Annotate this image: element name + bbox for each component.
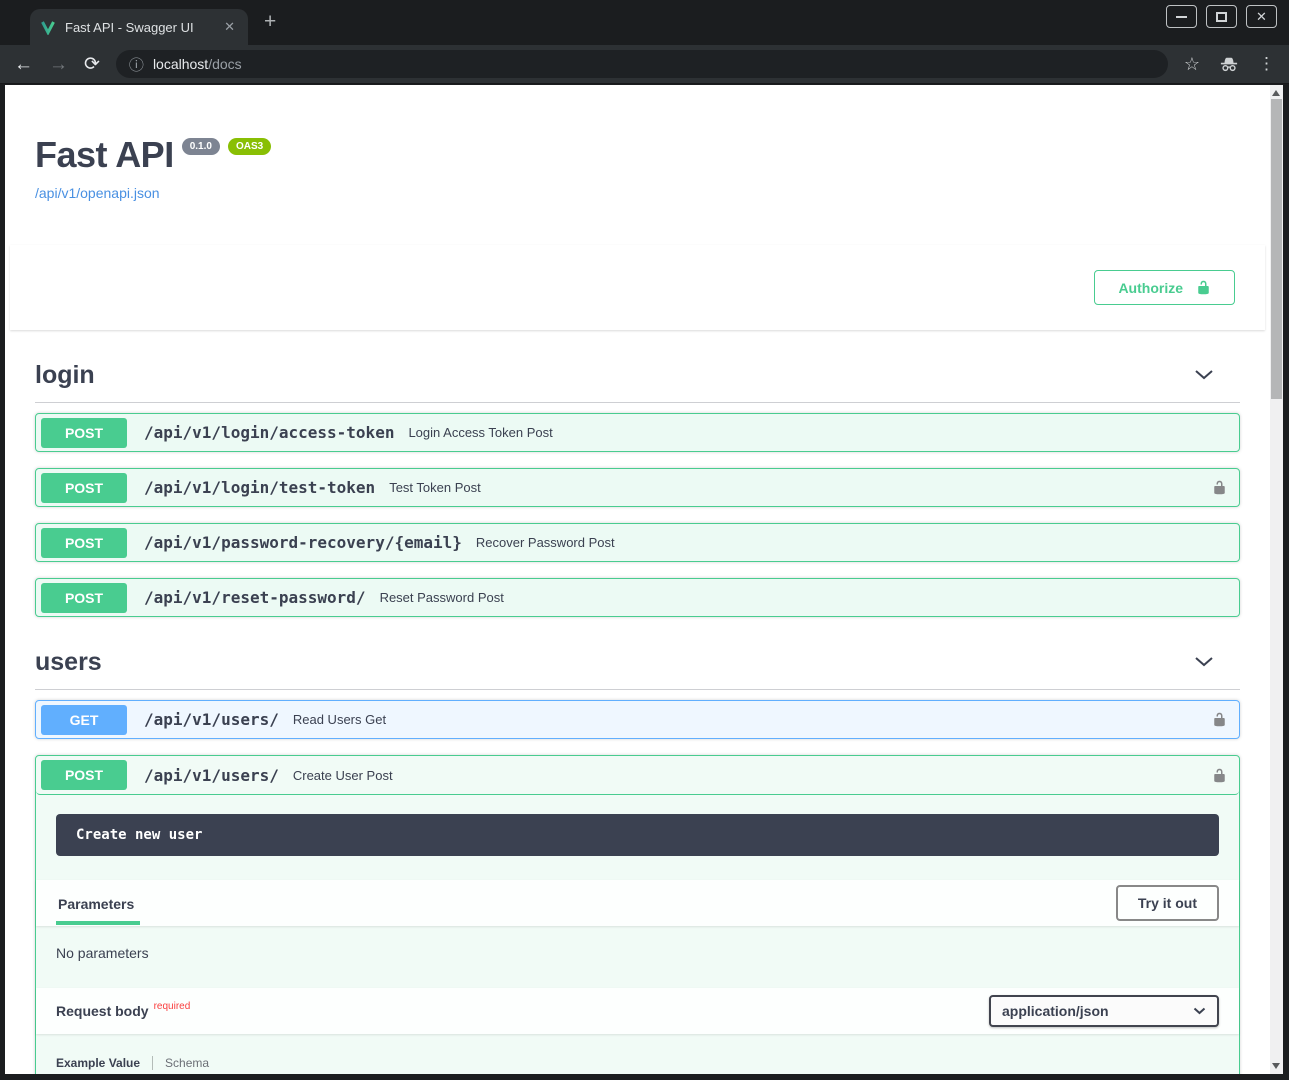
media-type-select[interactable]: application/json bbox=[989, 995, 1219, 1027]
minimize-icon bbox=[1176, 16, 1187, 18]
close-button[interactable]: ✕ bbox=[1246, 5, 1277, 28]
oas3-badge: OAS3 bbox=[228, 138, 271, 155]
tab-example-value[interactable]: Example Value bbox=[56, 1056, 152, 1070]
method-badge: POST bbox=[41, 473, 127, 503]
back-button[interactable]: ← bbox=[14, 55, 33, 74]
operation-description: Create new user bbox=[56, 814, 1219, 856]
media-type-value: application/json bbox=[1002, 1003, 1109, 1019]
request-body-label: Request body bbox=[56, 1003, 149, 1019]
incognito-icon bbox=[1218, 55, 1240, 73]
tab-close-icon[interactable]: ✕ bbox=[221, 19, 238, 35]
required-badge: required bbox=[154, 1001, 191, 1012]
close-icon: ✕ bbox=[1256, 10, 1267, 23]
request-body-header-bar: Request body required application/json bbox=[36, 988, 1239, 1034]
method-badge: POST bbox=[41, 528, 127, 558]
endpoint-summary: Reset Password Post bbox=[380, 590, 504, 605]
auth-lock-button[interactable] bbox=[1212, 767, 1227, 784]
new-tab-button[interactable]: + bbox=[264, 10, 276, 34]
endpoint-path: /api/v1/users/ bbox=[144, 710, 279, 729]
minimize-button[interactable] bbox=[1166, 5, 1197, 28]
endpoint-path: /api/v1/login/access-token bbox=[144, 423, 394, 442]
endpoint-summary: Create User Post bbox=[293, 768, 393, 783]
unlock-icon bbox=[1212, 479, 1227, 496]
ops-list-login: POST/api/v1/login/access-token Login Acce… bbox=[35, 403, 1240, 617]
url-text: localhost/docs bbox=[153, 56, 242, 72]
browser-toolbar: ← → ⟳ ⓘ localhost/docs ☆ ⋮ bbox=[0, 45, 1289, 84]
parameters-header-bar: Parameters Try it out bbox=[36, 880, 1239, 926]
scrollbar-up-arrow[interactable] bbox=[1272, 90, 1280, 96]
collapse-chevron-down-icon[interactable] bbox=[1194, 368, 1214, 383]
ops-list-users: GET/api/v1/users/Read Users Get bbox=[35, 690, 1240, 739]
forward-button[interactable]: → bbox=[49, 55, 68, 74]
swagger-page: Fast API 0.1.0 OAS3 /api/v1/openapi.json… bbox=[5, 85, 1270, 1074]
favicon-v-icon bbox=[40, 19, 56, 35]
method-badge: POST bbox=[41, 583, 127, 613]
scheme-container: Authorize bbox=[10, 245, 1265, 330]
endpoint-row[interactable]: POST/api/v1/password-recovery/{email} Rec… bbox=[35, 523, 1240, 562]
method-badge: GET bbox=[41, 705, 127, 735]
scrollbar-thumb[interactable] bbox=[1271, 99, 1282, 399]
site-info-icon[interactable]: ⓘ bbox=[129, 54, 144, 75]
version-badge: 0.1.0 bbox=[182, 138, 220, 155]
auth-lock-button[interactable] bbox=[1212, 711, 1227, 728]
endpoint-row[interactable]: POST/api/v1/login/access-token Login Acce… bbox=[35, 413, 1240, 452]
maximize-button[interactable] bbox=[1206, 5, 1237, 28]
bookmark-star-icon[interactable]: ☆ bbox=[1184, 54, 1200, 75]
collapse-chevron-down-icon[interactable] bbox=[1194, 655, 1214, 670]
endpoint-row[interactable]: GET/api/v1/users/Read Users Get bbox=[35, 700, 1240, 739]
endpoint-path: /api/v1/users/ bbox=[144, 766, 279, 785]
page-title: Fast API bbox=[35, 134, 174, 176]
authorize-button[interactable]: Authorize bbox=[1094, 270, 1235, 305]
page-viewport: Fast API 0.1.0 OAS3 /api/v1/openapi.json… bbox=[5, 85, 1283, 1074]
section-title: users bbox=[35, 648, 1194, 677]
try-it-out-button[interactable]: Try it out bbox=[1116, 885, 1219, 921]
tab-parameters[interactable]: Parameters bbox=[56, 882, 140, 925]
no-parameters-text: No parameters bbox=[36, 926, 1239, 984]
url-host: localhost bbox=[153, 56, 208, 72]
expanded-opblock: POST /api/v1/users/ Create User Post Cre… bbox=[35, 755, 1240, 1074]
method-badge: POST bbox=[41, 760, 127, 790]
menu-dots-icon[interactable]: ⋮ bbox=[1258, 54, 1275, 74]
endpoint-row[interactable]: POST /api/v1/users/ Create User Post bbox=[36, 756, 1239, 795]
endpoint-path: /api/v1/password-recovery/{email} bbox=[144, 533, 462, 552]
endpoint-summary: Recover Password Post bbox=[476, 535, 615, 550]
endpoint-summary: Test Token Post bbox=[389, 480, 481, 495]
tab-strip: Fast API - Swagger UI ✕ + ✕ bbox=[0, 0, 1289, 45]
address-bar[interactable]: ⓘ localhost/docs bbox=[116, 50, 1168, 78]
chevron-down-icon bbox=[1193, 1007, 1206, 1015]
maximize-icon bbox=[1216, 12, 1227, 22]
method-badge: POST bbox=[41, 418, 127, 448]
url-path: /docs bbox=[208, 56, 241, 72]
endpoint-path: /api/v1/login/test-token bbox=[144, 478, 375, 497]
model-example-section: Example Value Schema { bbox=[56, 1056, 1219, 1074]
tab-title: Fast API - Swagger UI bbox=[65, 20, 212, 35]
endpoint-summary: Login Access Token Post bbox=[408, 425, 552, 440]
unlock-icon bbox=[1196, 279, 1211, 296]
authorize-label: Authorize bbox=[1118, 280, 1183, 296]
reload-button[interactable]: ⟳ bbox=[84, 55, 100, 74]
section-header-users[interactable]: users bbox=[35, 638, 1240, 690]
unlock-icon bbox=[1212, 767, 1227, 784]
scrollbar-down-arrow[interactable] bbox=[1272, 1063, 1280, 1069]
openapi-spec-link[interactable]: /api/v1/openapi.json bbox=[35, 185, 160, 201]
api-info: Fast API 0.1.0 OAS3 /api/v1/openapi.json bbox=[35, 134, 1240, 203]
section-header-login[interactable]: login bbox=[35, 351, 1240, 403]
browser-tab[interactable]: Fast API - Swagger UI ✕ bbox=[30, 9, 248, 45]
auth-lock-button[interactable] bbox=[1212, 479, 1227, 496]
unlock-icon bbox=[1212, 711, 1227, 728]
endpoint-summary: Read Users Get bbox=[293, 712, 386, 727]
endpoint-row[interactable]: POST/api/v1/reset-password/Reset Passwor… bbox=[35, 578, 1240, 617]
endpoint-row[interactable]: POST/api/v1/login/test-token Test Token P… bbox=[35, 468, 1240, 507]
tab-schema[interactable]: Schema bbox=[152, 1056, 209, 1070]
scrollbar[interactable] bbox=[1270, 85, 1283, 1074]
section-title: login bbox=[35, 361, 1194, 390]
endpoint-path: /api/v1/reset-password/ bbox=[144, 588, 366, 607]
